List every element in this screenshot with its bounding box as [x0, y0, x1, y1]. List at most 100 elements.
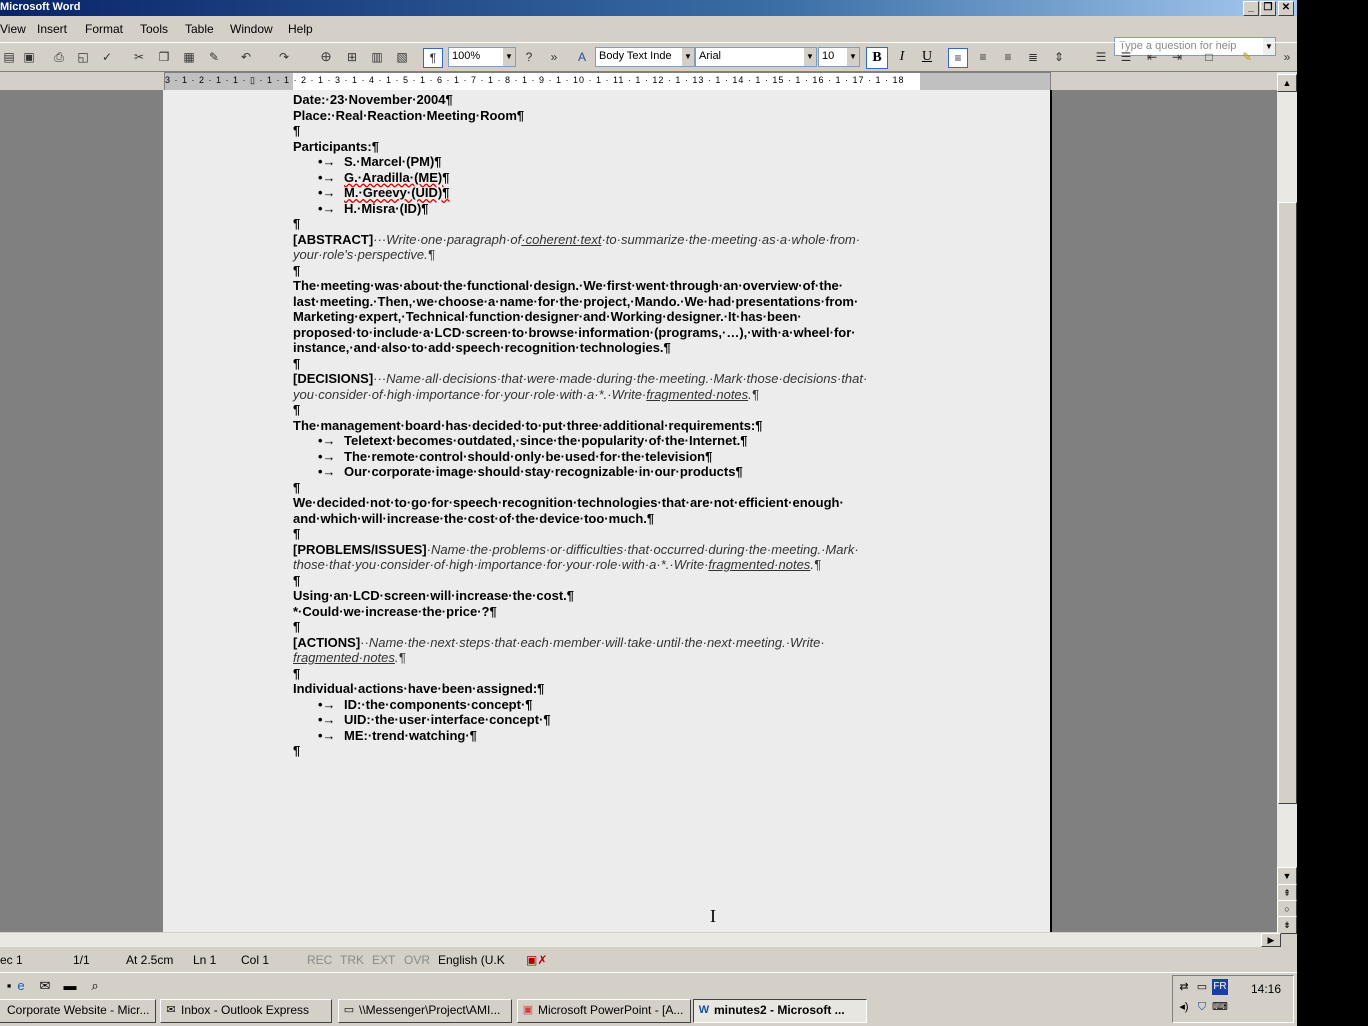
- font-select[interactable]: Arial ▼: [695, 47, 817, 67]
- abstract-hint-link[interactable]: ·coherent·text: [521, 232, 601, 247]
- task-messenger-folder[interactable]: ▭ \\Messenger\Project\AMI...: [338, 999, 512, 1023]
- bold-button[interactable]: B: [866, 47, 888, 69]
- search-icon[interactable]: ⌕: [86, 977, 104, 995]
- decrease-indent-icon[interactable]: ⇤: [1143, 48, 1161, 66]
- language-indicator[interactable]: FR: [1212, 979, 1228, 995]
- next-page-icon[interactable]: ⇟: [1277, 916, 1297, 934]
- styles-pane-icon[interactable]: A: [573, 48, 591, 66]
- permission-icon[interactable]: ▣: [20, 48, 38, 66]
- decision-text: The·remote·control·should·only·be·used·f…: [344, 448, 713, 464]
- empty-paragraph: ¶: [293, 572, 301, 588]
- internet-explorer-icon[interactable]: e: [12, 977, 30, 995]
- align-right-icon[interactable]: ≡: [999, 48, 1017, 66]
- spelling-icon[interactable]: ✓: [98, 48, 116, 66]
- insert-table-icon[interactable]: ▥: [368, 48, 386, 66]
- menu-tools[interactable]: Tools: [140, 22, 168, 36]
- command-prompt-icon[interactable]: ▬: [61, 977, 79, 995]
- numbering-icon[interactable]: ☰: [1092, 48, 1110, 66]
- horizontal-scrollbar[interactable]: ▶: [0, 933, 1281, 947]
- border-icon[interactable]: □: [1200, 48, 1218, 66]
- show-hide-paragraph-icon[interactable]: ¶: [423, 48, 443, 68]
- redo-icon[interactable]: ↷: [275, 48, 293, 66]
- menu-help[interactable]: Help: [288, 22, 313, 36]
- actions-hint-link[interactable]: fragmented·notes: [293, 650, 395, 665]
- scroll-up-icon[interactable]: ▲: [1277, 74, 1297, 92]
- task-powerpoint[interactable]: ▣ Microsoft PowerPoint - [A...: [517, 999, 691, 1023]
- menu-table[interactable]: Table: [185, 22, 214, 36]
- tables-borders-icon[interactable]: ⊞: [343, 48, 361, 66]
- clock[interactable]: 14:16: [1251, 982, 1281, 996]
- decisions-text-line: and·which·will·increase·the·cost·of·the·…: [293, 510, 655, 526]
- bullets-icon[interactable]: ☰: [1117, 48, 1135, 66]
- volume-icon[interactable]: ◂): [1176, 999, 1192, 1015]
- undo-icon[interactable]: ↶: [237, 48, 255, 66]
- action-item: •→ ID:·the·components·concept·¶: [293, 697, 933, 713]
- vertical-scrollbar[interactable]: ▲ ▼ ⇞ ○ ⇟: [1277, 72, 1297, 934]
- close-button[interactable]: ✕: [1278, 1, 1294, 16]
- status-ext[interactable]: EXT: [372, 953, 395, 967]
- help-icon[interactable]: ?: [520, 48, 538, 66]
- menu-view[interactable]: View: [0, 22, 26, 36]
- chevron-down-icon[interactable]: ▼: [503, 48, 515, 66]
- highlight-icon[interactable]: ✎: [1238, 48, 1256, 66]
- document-text[interactable]: Date:·23·November·2004¶ Place:·Real·Reac…: [293, 92, 933, 759]
- abstract-text-line: instance,·and·also·to·add·speech·recogni…: [293, 340, 671, 355]
- status-language[interactable]: English (U.K: [438, 953, 505, 967]
- minimize-button[interactable]: _: [1243, 1, 1259, 16]
- italic-button[interactable]: I: [892, 47, 912, 67]
- line-spacing-icon[interactable]: ⇕: [1050, 48, 1068, 66]
- cut-icon[interactable]: ✂: [130, 48, 148, 66]
- align-left-icon[interactable]: ≡: [948, 48, 968, 68]
- hyperlink-icon[interactable]: 🜨: [317, 48, 335, 66]
- decisions-hint-link[interactable]: fragmented·notes: [646, 387, 748, 402]
- outlook-icon[interactable]: ✉: [36, 977, 54, 995]
- paste-icon[interactable]: ▦: [180, 48, 198, 66]
- security-shield-icon[interactable]: ⛉: [1194, 999, 1210, 1015]
- task-corporate-website[interactable]: Corporate Website - Micr...: [0, 999, 156, 1023]
- style-select[interactable]: Body Text Inde ▼: [595, 47, 695, 67]
- print-preview-icon[interactable]: ◱: [74, 48, 92, 66]
- menu-window[interactable]: Window: [230, 22, 273, 36]
- problems-hint-link[interactable]: fragmented·notes: [708, 557, 810, 572]
- network-icon[interactable]: ⇄: [1176, 979, 1192, 995]
- task-word-minutes2[interactable]: W minutes2 - Microsoft ...: [693, 999, 867, 1023]
- display-icon[interactable]: ▭: [1194, 979, 1210, 995]
- empty-paragraph: ¶: [293, 665, 301, 681]
- toolbar-overflow-icon[interactable]: »: [545, 48, 563, 66]
- scroll-down-icon[interactable]: ▼: [1277, 867, 1297, 885]
- chevron-down-icon[interactable]: ▼: [682, 48, 694, 66]
- bullet-icon: •→: [318, 712, 336, 727]
- copy-icon[interactable]: ❐: [155, 48, 173, 66]
- task-inbox[interactable]: ✉ Inbox - Outlook Express: [160, 999, 332, 1023]
- menu-insert[interactable]: Insert: [37, 22, 67, 36]
- status-ovr[interactable]: OVR: [404, 953, 430, 967]
- abstract-heading-line: [ABSTRACT]···Write·one·paragraph·of·cohe…: [293, 232, 933, 248]
- underline-button[interactable]: U: [917, 47, 937, 67]
- increase-indent-icon[interactable]: ⇥: [1168, 48, 1186, 66]
- format-painter-icon[interactable]: ✎: [205, 48, 223, 66]
- print-icon[interactable]: ⎙: [50, 48, 68, 66]
- problems-text-line: Using·an·LCD·screen·will·increase·the·co…: [293, 588, 575, 603]
- spelling-status-icon[interactable]: ▣✗: [526, 953, 547, 967]
- scroll-thumb[interactable]: [1278, 202, 1297, 804]
- toolbar-options-icon[interactable]: »: [1278, 48, 1296, 66]
- horizontal-ruler[interactable]: 3 · 1 · 2 · 1 · 1 · ▯ · 1 · 1 · 2 · 1 · …: [164, 72, 1051, 91]
- bullet-icon: •→: [318, 696, 336, 712]
- zoom-select[interactable]: 100% ▼: [448, 47, 516, 67]
- status-rec[interactable]: REC: [307, 953, 332, 967]
- menu-format[interactable]: Format: [85, 22, 123, 36]
- insert-excel-icon[interactable]: ▧: [393, 48, 411, 66]
- save-icon[interactable]: ▤: [0, 48, 18, 66]
- empty-paragraph: ¶: [293, 216, 301, 231]
- justify-icon[interactable]: ≣: [1024, 48, 1042, 66]
- decisions-hint-end: .¶: [748, 386, 759, 402]
- chevron-down-icon[interactable]: ▼: [847, 48, 859, 66]
- decision-item: •→ The·remote·control·should·only·be·used…: [293, 449, 933, 465]
- status-trk[interactable]: TRK: [340, 953, 364, 967]
- restore-button[interactable]: ❐: [1260, 1, 1276, 16]
- align-center-icon[interactable]: ≡: [974, 48, 992, 66]
- keyboard-icon[interactable]: ⌨: [1212, 999, 1228, 1015]
- font-size-select[interactable]: 10 ▼: [818, 47, 860, 67]
- scroll-right-icon[interactable]: ▶: [1261, 933, 1281, 947]
- chevron-down-icon[interactable]: ▼: [804, 48, 816, 66]
